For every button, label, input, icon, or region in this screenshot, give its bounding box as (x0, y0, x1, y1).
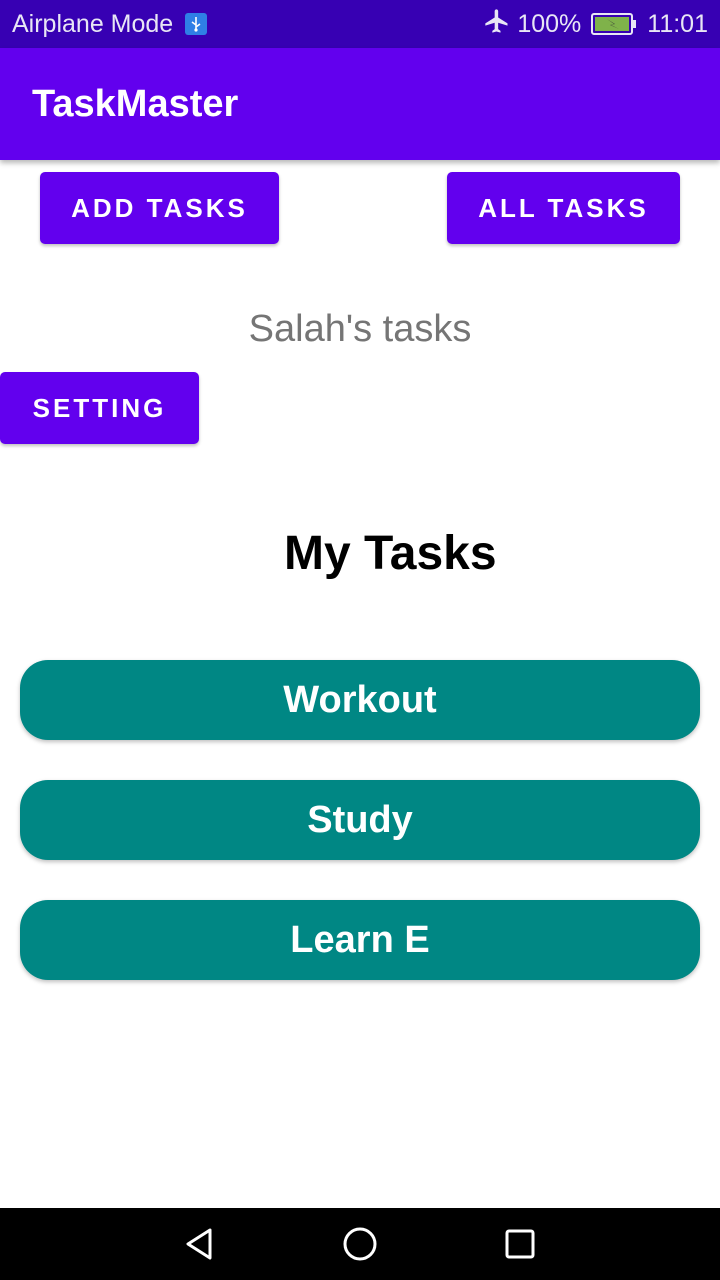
app-title: TaskMaster (32, 82, 239, 125)
battery-charging-icon (591, 13, 637, 35)
airplane-icon (483, 7, 511, 42)
back-icon[interactable] (164, 1208, 236, 1280)
add-tasks-button[interactable]: ADD TASKS (40, 172, 279, 244)
task-title: Workout (283, 678, 437, 721)
task-button-learn-e[interactable]: Learn E (20, 900, 700, 980)
home-icon[interactable] (324, 1208, 396, 1280)
task-title: Study (307, 798, 413, 841)
battery-percent: 100% (517, 9, 582, 38)
all-tasks-button[interactable]: ALL TASKS (447, 172, 680, 244)
status-left: Airplane Mode (12, 0, 208, 48)
task-title: Learn E (290, 918, 430, 961)
status-bar: Airplane Mode 100% 11:01 (0, 0, 720, 48)
navigation-bar (0, 1208, 720, 1280)
recent-apps-icon[interactable] (484, 1208, 556, 1280)
airplane-mode-label: Airplane Mode (12, 9, 174, 38)
task-button-workout[interactable]: Workout (20, 660, 700, 740)
task-button-study[interactable]: Study (20, 780, 700, 860)
app-bar: TaskMaster (0, 48, 720, 160)
usb-icon (185, 13, 208, 35)
user-tasks-label: Salah's tasks (248, 308, 472, 350)
my-tasks-heading: My Tasks (284, 527, 497, 580)
clock: 11:01 (647, 9, 708, 38)
status-right: 100% 11:01 (483, 0, 708, 48)
setting-button[interactable]: SETTING (0, 372, 199, 444)
